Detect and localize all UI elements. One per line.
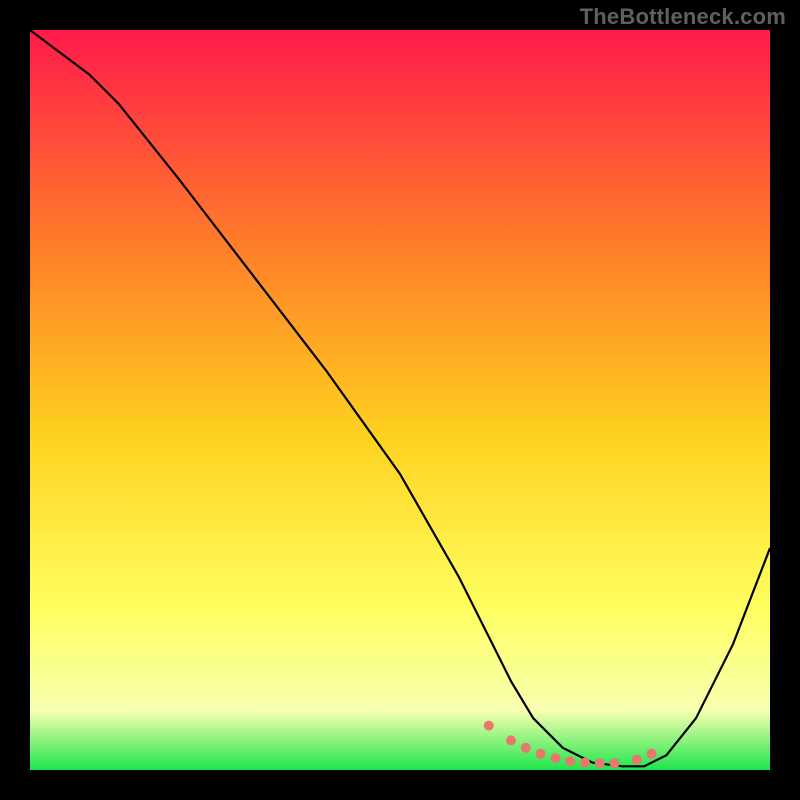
marker-point <box>632 755 642 765</box>
marker-point <box>565 756 575 766</box>
chart-frame: TheBottleneck.com <box>0 0 800 800</box>
plot-area <box>30 30 770 770</box>
marker-point <box>610 758 620 768</box>
marker-point <box>506 735 516 745</box>
watermark-text: TheBottleneck.com <box>580 4 786 30</box>
marker-point <box>647 749 657 759</box>
gradient-background <box>30 30 770 770</box>
marker-point <box>550 753 560 763</box>
marker-point <box>484 721 494 731</box>
marker-point <box>536 749 546 759</box>
marker-point <box>521 743 531 753</box>
marker-point <box>580 758 590 768</box>
chart-svg <box>30 30 770 770</box>
marker-point <box>595 758 605 768</box>
